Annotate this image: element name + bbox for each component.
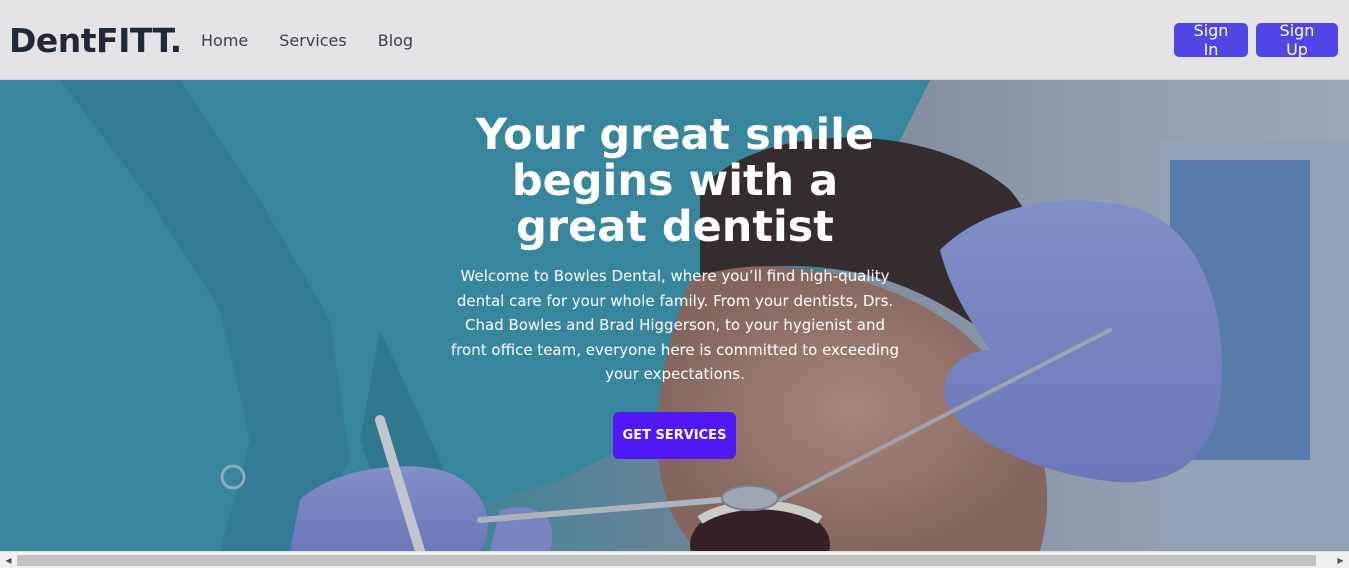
chevron-right-icon[interactable]: ▶ <box>1332 552 1349 568</box>
main-nav: Home Services Blog <box>201 31 413 50</box>
auth-buttons: Sign In Sign Up <box>1174 21 1338 59</box>
hero-description: Welcome to Bowles Dental, where you’ll f… <box>450 267 900 383</box>
nav-link-home[interactable]: Home <box>201 31 248 50</box>
nav-link-services[interactable]: Services <box>279 31 346 50</box>
scrollbar-thumb[interactable] <box>17 555 1316 566</box>
sign-in-button[interactable]: Sign In <box>1174 21 1248 59</box>
navbar: DentFITT. Home Services Blog Sign In Sig… <box>0 0 1349 80</box>
brand-logo[interactable]: DentFITT. <box>9 21 182 60</box>
horizontal-scrollbar[interactable]: ◀ ▶ <box>0 551 1349 568</box>
nav-link-blog[interactable]: Blog <box>378 31 413 50</box>
get-services-button[interactable]: GET SERVICES <box>613 412 736 459</box>
hero-content: Your great smile begins with a great den… <box>440 112 910 387</box>
chevron-left-icon[interactable]: ◀ <box>0 552 17 568</box>
hero-title: Your great smile begins with a great den… <box>475 110 875 252</box>
sign-up-button[interactable]: Sign Up <box>1256 21 1338 59</box>
